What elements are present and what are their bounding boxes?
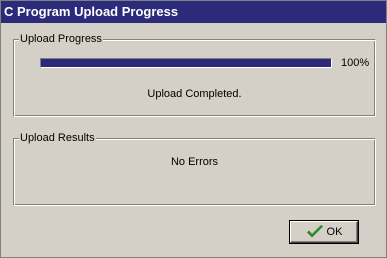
upload-progress-percent: 100% — [341, 57, 370, 69]
upload-status-text: Upload Completed. — [147, 88, 242, 100]
upload-results-group-label: Upload Results — [19, 131, 96, 145]
upload-results-group: Upload Results No Errors — [13, 131, 376, 206]
dialog-title: C Program Upload Progress — [4, 4, 179, 19]
ok-button[interactable]: OK — [290, 221, 358, 243]
upload-results-message: No Errors — [170, 156, 219, 168]
upload-progress-bar-fill — [41, 59, 331, 67]
upload-progress-dialog: C Program Upload Progress Upload Progres… — [0, 0, 387, 258]
ok-button-label: OK — [326, 226, 343, 238]
upload-progress-group-label: Upload Progress — [19, 32, 103, 46]
upload-progress-group: Upload Progress 100% Upload Completed. — [13, 32, 376, 117]
dialog-title-bar[interactable]: C Program Upload Progress — [1, 1, 386, 23]
upload-progress-bar — [40, 58, 332, 68]
checkmark-icon — [306, 225, 323, 238]
